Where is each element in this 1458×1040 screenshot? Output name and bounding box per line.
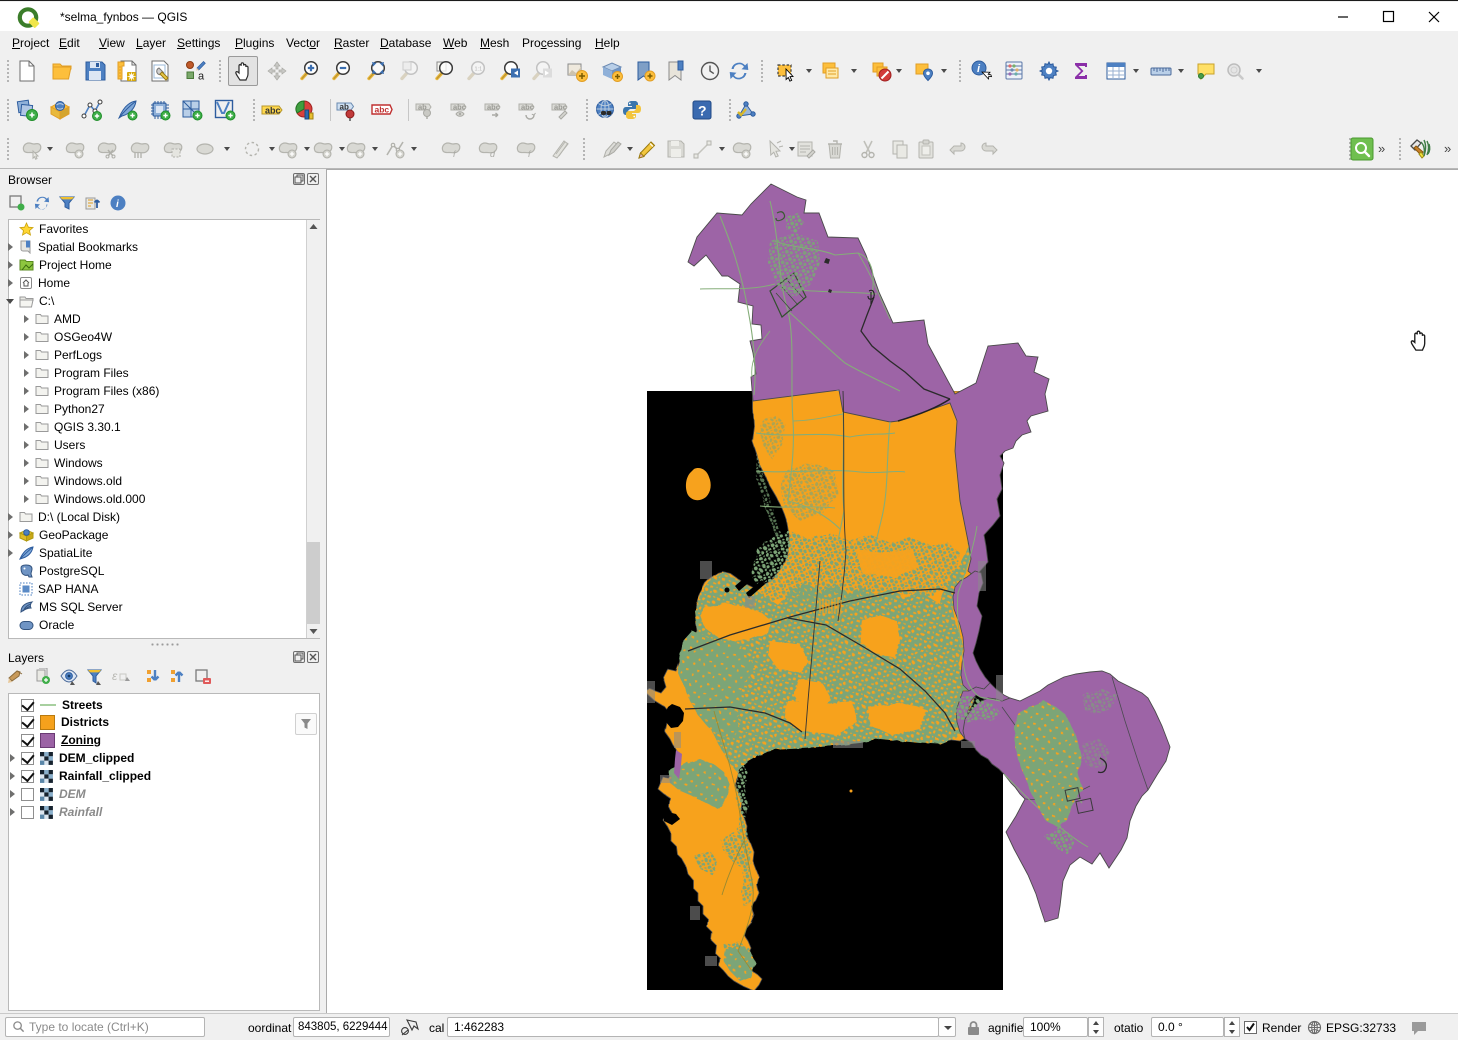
svg-text:abc: abc [521, 103, 534, 112]
svg-text:ab: ab [340, 103, 349, 112]
svg-text:ε: ε [112, 669, 118, 683]
svg-text:?: ? [698, 103, 707, 119]
svg-text:1:1: 1:1 [475, 67, 483, 73]
svg-text:abc: abc [453, 103, 466, 112]
svg-text:a: a [198, 71, 205, 83]
svg-text:abc: abc [375, 105, 390, 115]
svg-text:abc: abc [554, 103, 567, 112]
svg-text:abc: abc [265, 106, 281, 116]
svg-text:abc: abc [487, 103, 500, 112]
svg-text:i: i [116, 199, 119, 210]
